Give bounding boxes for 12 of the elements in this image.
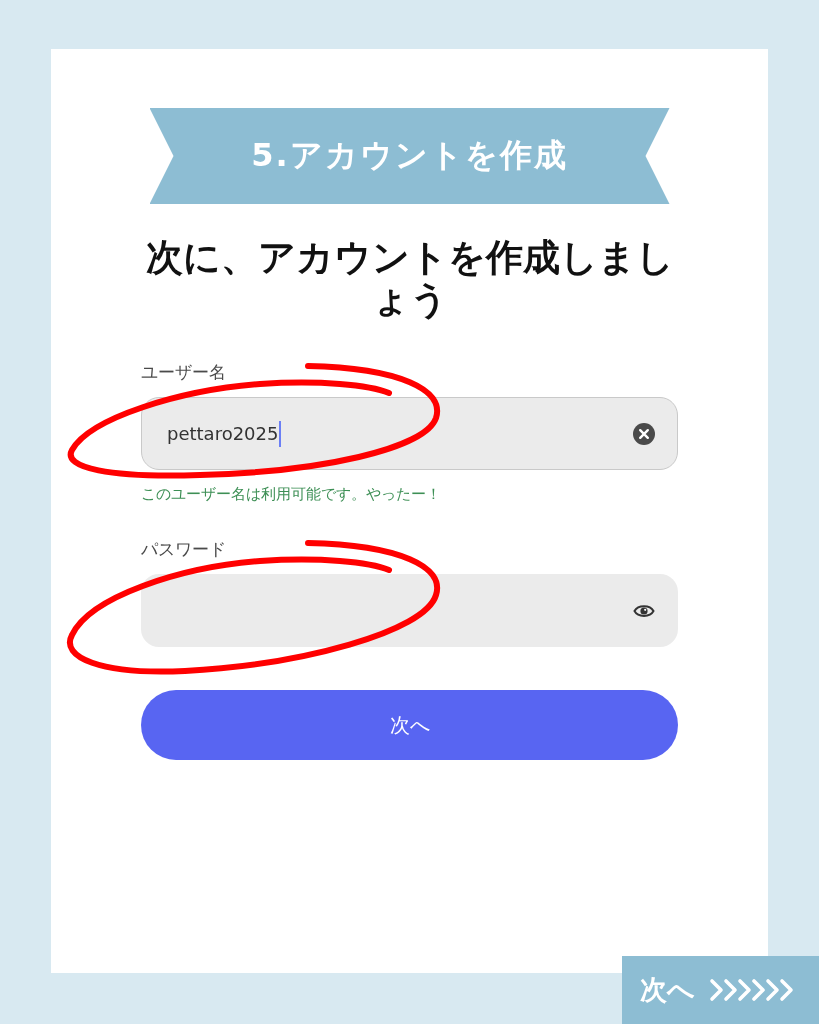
password-field[interactable]: [141, 574, 678, 647]
next-button[interactable]: 次へ: [141, 690, 678, 760]
clear-icon[interactable]: [633, 422, 655, 445]
username-field[interactable]: pettaro2025: [141, 397, 678, 470]
chevrons-icon: [709, 978, 795, 1002]
availability-message: このユーザー名は利用可能です。やったー！: [141, 484, 441, 504]
eye-icon[interactable]: [633, 602, 655, 619]
page-heading: 次に、アカウントを作成しましょう: [144, 237, 675, 321]
text-cursor-icon: [279, 420, 282, 447]
field-label: パスワード: [141, 538, 226, 561]
field-label: ユーザー名: [141, 361, 226, 384]
ribbon-banner: 5.アカウントを作成: [149, 108, 670, 204]
